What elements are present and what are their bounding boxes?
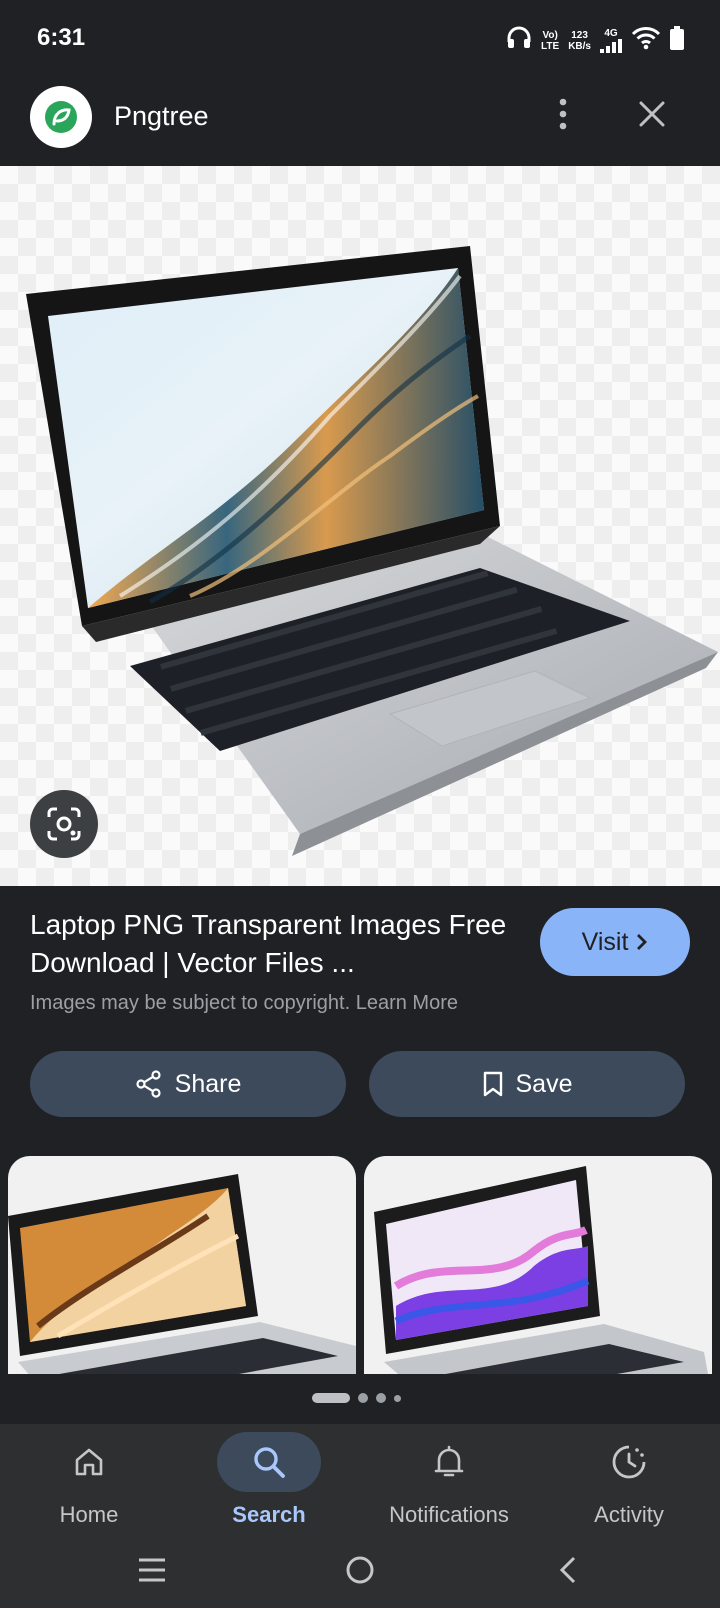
carousel-dot xyxy=(376,1393,386,1403)
google-lens-button[interactable] xyxy=(30,790,98,858)
site-header: Pngtree xyxy=(0,80,720,166)
result-title[interactable]: Laptop PNG Transparent Images Free Downl… xyxy=(30,906,510,982)
nav-home[interactable]: Home xyxy=(4,1432,174,1528)
home-icon xyxy=(37,1432,141,1492)
battery-icon xyxy=(670,26,684,55)
related-image-thumbnail[interactable] xyxy=(364,1156,712,1374)
wifi-icon xyxy=(631,26,661,55)
share-icon xyxy=(136,1070,161,1098)
volte-indicator: Vo) LTE xyxy=(541,29,560,52)
nav-activity[interactable]: Activity xyxy=(544,1432,714,1528)
related-image-thumbnail[interactable] xyxy=(8,1156,356,1374)
home-system-button[interactable] xyxy=(330,1540,390,1600)
carousel-indicator xyxy=(312,1392,401,1404)
back-button[interactable] xyxy=(538,1540,598,1600)
related-images xyxy=(0,1156,720,1374)
nav-search-label: Search xyxy=(232,1502,306,1527)
nav-notifications-label: Notifications xyxy=(389,1502,509,1527)
more-options-icon[interactable] xyxy=(543,92,583,136)
menu-lines-icon xyxy=(139,1558,165,1582)
signal-bars-icon xyxy=(600,39,622,53)
bell-icon xyxy=(397,1432,501,1492)
nav-notifications[interactable]: Notifications xyxy=(364,1432,534,1528)
nav-search[interactable]: Search xyxy=(184,1432,354,1528)
bookmark-icon xyxy=(483,1071,502,1097)
search-icon xyxy=(217,1432,321,1492)
site-name[interactable]: Pngtree xyxy=(114,101,209,132)
close-icon[interactable] xyxy=(630,92,674,136)
activity-icon xyxy=(577,1432,681,1492)
chevron-left-icon xyxy=(559,1556,576,1584)
share-label: Share xyxy=(174,1069,242,1098)
share-button[interactable]: Share xyxy=(30,1051,346,1117)
headphones-icon xyxy=(506,26,532,55)
lens-icon xyxy=(47,807,81,841)
visit-button[interactable]: Visit xyxy=(540,908,690,976)
network-type: 4G xyxy=(604,28,618,39)
circle-icon xyxy=(346,1556,374,1584)
cell-signal: 4G xyxy=(600,28,622,53)
status-time: 6:31 xyxy=(37,24,86,51)
visit-label: Visit xyxy=(581,927,629,956)
copyright-notice[interactable]: Images may be subject to copyright. Lear… xyxy=(30,992,458,1015)
pngtree-logo-icon xyxy=(30,86,92,148)
status-bar: 6:31 Vo) LTE 123 KB/s 4G xyxy=(0,0,720,80)
chevron-right-icon xyxy=(637,934,648,950)
laptop-image-preview[interactable] xyxy=(0,166,720,886)
save-label: Save xyxy=(515,1069,573,1098)
status-icons: Vo) LTE 123 KB/s 4G xyxy=(506,26,684,55)
laptop-image xyxy=(26,246,718,856)
carousel-dot xyxy=(358,1393,368,1403)
recent-apps-button[interactable] xyxy=(122,1540,182,1600)
nav-activity-label: Activity xyxy=(594,1502,664,1527)
carousel-dot-active xyxy=(312,1393,350,1403)
carousel-dot xyxy=(394,1394,401,1402)
save-button[interactable]: Save xyxy=(369,1051,685,1117)
data-speed: 123 KB/s xyxy=(568,29,591,52)
nav-home-label: Home xyxy=(59,1502,119,1527)
